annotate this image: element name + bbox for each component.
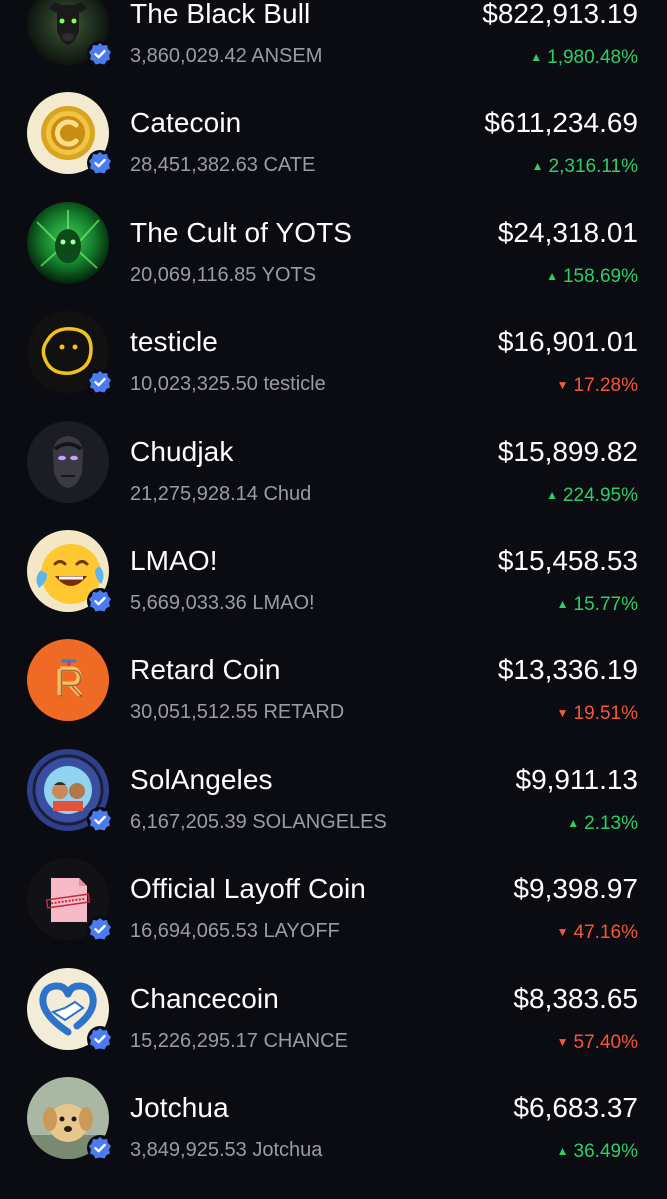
- token-row[interactable]: testicle 10,023,325.50 testicle $16,901.…: [0, 288, 667, 397]
- token-name: Official Layoff Coin: [130, 873, 366, 905]
- token-holding: 3,849,925.53 Jotchua: [130, 1138, 323, 1161]
- token-value: $16,901.01: [497, 326, 638, 358]
- change-percent: 2.13%: [584, 812, 638, 834]
- token-name: Retard Coin: [130, 654, 281, 686]
- verified-badge-icon: [86, 915, 114, 943]
- token-holding: 5,669,033.36 LMAO!: [130, 591, 315, 614]
- arrow-up-icon: ▲: [567, 815, 580, 830]
- token-holding: 21,275,928.14 Chud: [130, 482, 312, 505]
- token-row[interactable]: The Cult of YOTS 20,069,116.85 YOTS $24,…: [0, 179, 667, 288]
- token-name: Chudjak: [130, 435, 234, 467]
- token-value: $611,234.69: [484, 107, 638, 139]
- token-name: testicle: [130, 326, 218, 358]
- token-row[interactable]: The Black Bull 3,860,029.42 ANSEM $822,9…: [0, 0, 667, 69]
- change-percent: 224.95%: [562, 484, 638, 506]
- token-holding: 3,860,029.42 ANSEM: [130, 45, 323, 67]
- token-name: Catecoin: [130, 107, 242, 139]
- token-change: ▲ 1,980.48%: [530, 46, 638, 69]
- arrow-up-icon: ▲: [556, 1143, 569, 1158]
- arrow-up-icon: ▲: [546, 268, 558, 283]
- token-row[interactable]: LMAO! 5,669,033.36 LMAO! $15,458.53 ▲ 15.…: [0, 507, 667, 616]
- token-change: ▼ 57.40%: [557, 1031, 638, 1054]
- retard-coin-icon: [27, 639, 109, 722]
- change-percent: 47.16%: [573, 922, 638, 944]
- verified-badge-icon: [86, 806, 114, 834]
- token-value: $822,913.19: [482, 0, 638, 29]
- token-change: ▲ 36.49%: [557, 1140, 638, 1163]
- token-change: ▲ 15.77%: [557, 593, 638, 616]
- token-change: ▲ 224.95%: [546, 484, 638, 507]
- verified-badge-icon: [86, 587, 114, 615]
- token-value: $9,398.97: [513, 873, 638, 905]
- token-row[interactable]: Catecoin 28,451,382.63 CATE $611,234.69 …: [0, 69, 667, 178]
- verified-badge-icon: [86, 368, 114, 396]
- arrow-up-icon: ▲: [530, 50, 543, 64]
- arrow-down-icon: ▼: [556, 925, 569, 940]
- token-value: $13,336.19: [497, 654, 638, 686]
- token-name: Chancecoin: [130, 982, 279, 1014]
- chudjak-icon: [27, 420, 109, 503]
- token-value: $6,683.37: [513, 1091, 638, 1123]
- token-value: $24,318.01: [497, 216, 638, 248]
- change-percent: 17.28%: [573, 375, 638, 397]
- verified-badge-icon: [86, 1134, 114, 1162]
- token-holding: 30,051,512.55 RETARD: [130, 701, 345, 724]
- verified-badge-icon: [86, 149, 114, 177]
- token-value: $9,911.13: [515, 763, 639, 795]
- token-row[interactable]: Jotchua 3,849,925.53 Jotchua $6,683.37 ▲…: [0, 1054, 667, 1163]
- token-holding: 15,226,295.17 CHANCE: [130, 1029, 348, 1052]
- arrow-up-icon: ▲: [546, 487, 558, 502]
- token-name: Jotchua: [130, 1091, 229, 1123]
- token-change: ▲ 158.69%: [546, 265, 638, 288]
- token-change: ▲ 2,316.11%: [532, 155, 638, 178]
- verified-badge-icon: [86, 1025, 114, 1053]
- token-row[interactable]: Chancecoin 15,226,295.17 CHANCE $8,383.6…: [0, 945, 667, 1054]
- change-percent: 2,316.11%: [548, 156, 638, 178]
- token-holding: 28,451,382.63 CATE: [130, 154, 316, 177]
- token-change: ▼ 47.16%: [557, 921, 638, 944]
- change-percent: 15.77%: [573, 593, 638, 615]
- change-percent: 19.51%: [573, 703, 638, 725]
- token-name: The Black Bull: [130, 0, 311, 29]
- yots-icon: [27, 201, 109, 284]
- token-name: The Cult of YOTS: [130, 216, 353, 248]
- arrow-down-icon: ▼: [556, 378, 569, 393]
- change-percent: 158.69%: [562, 265, 638, 287]
- token-name: LMAO!: [130, 544, 218, 576]
- token-value: $8,383.65: [513, 982, 638, 1014]
- token-row[interactable]: Chudjak 21,275,928.14 Chud $15,899.82 ▲ 2…: [0, 398, 667, 507]
- token-row[interactable]: SolAngeles 6,167,205.39 SOLANGELES $9,91…: [0, 726, 667, 835]
- arrow-down-icon: ▼: [556, 1034, 569, 1049]
- token-name: SolAngeles: [130, 763, 273, 795]
- arrow-down-icon: ▼: [556, 706, 569, 721]
- token-row[interactable]: Retard Coin 30,051,512.55 RETARD $13,336…: [0, 616, 667, 725]
- token-holding: 10,023,325.50 testicle: [130, 373, 326, 396]
- arrow-up-icon: ▲: [531, 159, 544, 174]
- token-change: ▼ 19.51%: [557, 702, 638, 725]
- token-holding: 16,694,065.53 LAYOFF: [130, 920, 340, 943]
- token-value: $15,458.53: [497, 544, 638, 576]
- token-change: ▼ 17.28%: [557, 374, 638, 397]
- token-value: $15,899.82: [497, 435, 638, 467]
- token-holding: 6,167,205.39 SOLANGELES: [130, 810, 387, 833]
- verified-badge-icon: [86, 40, 114, 68]
- arrow-up-icon: ▲: [556, 596, 569, 611]
- token-holding: 20,069,116.85 YOTS: [130, 263, 317, 286]
- change-percent: 1,980.48%: [547, 47, 638, 68]
- token-row[interactable]: Official Layoff Coin 16,694,065.53 LAYOF…: [0, 835, 667, 944]
- token-change: ▲ 2.13%: [567, 812, 638, 835]
- change-percent: 57.40%: [573, 1031, 638, 1053]
- token-list: The Black Bull 3,860,029.42 ANSEM $822,9…: [0, 0, 667, 1163]
- change-percent: 36.49%: [573, 1140, 638, 1162]
